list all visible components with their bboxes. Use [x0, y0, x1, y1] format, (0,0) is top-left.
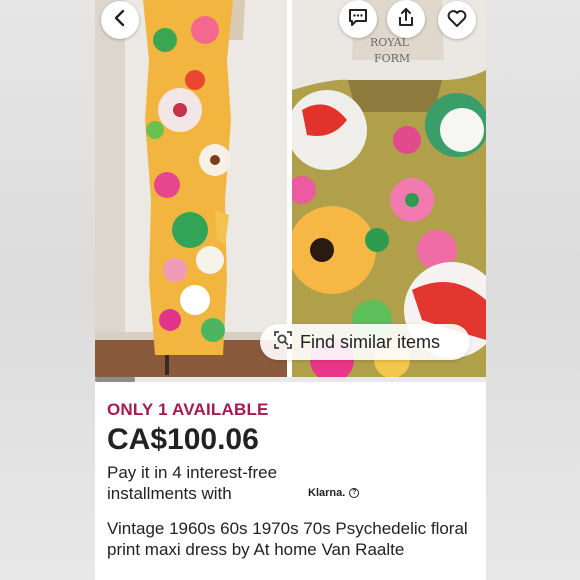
share-button[interactable]: [387, 0, 425, 38]
product-photo-closeup[interactable]: ROYAL FORM: [292, 0, 486, 377]
heart-icon: [446, 7, 468, 34]
gallery-scrollbar-thumb[interactable]: [95, 377, 135, 382]
mannequin-label-bottom: FORM: [374, 52, 410, 65]
share-icon: [395, 6, 417, 33]
photo-gallery[interactable]: ROYAL FORM Find similar items: [95, 0, 486, 382]
message-seller-button[interactable]: [339, 0, 377, 38]
product-photo-full-dress[interactable]: [95, 0, 287, 377]
favorite-button[interactable]: [438, 1, 476, 39]
klarna-info[interactable]: Klarna. ?: [308, 487, 360, 499]
availability-label: ONLY 1 AVAILABLE: [107, 400, 269, 419]
info-icon[interactable]: ?: [349, 488, 360, 498]
installments-text: Pay it in 4 interest-free installments w…: [107, 463, 278, 503]
visual-search-icon: [272, 329, 294, 356]
backdrop-right: [486, 0, 580, 580]
find-similar-items-label: Find similar items: [300, 331, 441, 352]
klarna-logo-text: Klarna.: [308, 487, 346, 499]
back-button[interactable]: [101, 1, 139, 39]
price: CA$100.06: [107, 423, 259, 456]
product-screen: ROYAL FORM Find similar items ONLY 1 AVA…: [95, 0, 486, 580]
message-icon: [347, 6, 369, 33]
find-similar-items-button[interactable]: Find similar items: [260, 324, 470, 360]
backdrop-left: [0, 0, 95, 580]
chevron-left-icon: [109, 7, 131, 34]
product-title: Vintage 1960s 60s 1970s 70s Psychedelic …: [107, 519, 468, 559]
gallery-scrollbar[interactable]: [95, 377, 486, 382]
